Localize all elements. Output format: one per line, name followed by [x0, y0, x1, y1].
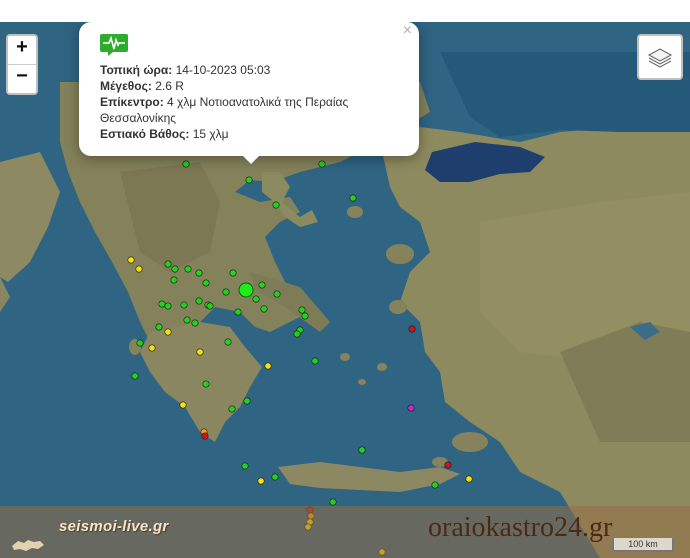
earthquake-marker-green[interactable]: [228, 405, 236, 413]
popup-details: Τοπική ώρα: 14-10-2023 05:03 Μέγεθος: 2.…: [100, 62, 400, 142]
zoom-in-button[interactable]: +: [8, 36, 36, 65]
layers-button[interactable]: [637, 34, 683, 80]
earthquake-marker-green[interactable]: [293, 330, 301, 338]
earthquake-marker-green[interactable]: [182, 160, 190, 168]
scale-bar: 100 km: [612, 538, 674, 552]
earthquake-marker-green[interactable]: [202, 279, 210, 287]
earthquake-marker-green[interactable]: [258, 281, 266, 289]
earthquake-marker-green[interactable]: [184, 265, 192, 273]
time-label: Τοπική ώρα:: [100, 63, 173, 77]
earthquake-marker-green[interactable]: [131, 372, 139, 380]
earthquake-marker-green[interactable]: [206, 302, 214, 310]
earthquake-marker-green[interactable]: [318, 160, 326, 168]
earthquake-marker-green[interactable]: [164, 302, 172, 310]
earthquake-marker-green[interactable]: [229, 269, 237, 277]
earthquake-marker-green[interactable]: [183, 316, 191, 324]
popup-tip: [239, 152, 263, 164]
earthquake-marker-green[interactable]: [222, 288, 230, 296]
earthquake-marker-green[interactable]: [180, 301, 188, 309]
earthquake-marker-green[interactable]: [234, 308, 242, 316]
earthquake-marker-green[interactable]: [298, 306, 306, 314]
earthquake-marker-green[interactable]: [301, 312, 309, 320]
earthquake-marker-yellow[interactable]: [465, 475, 473, 483]
earthquake-marker-red[interactable]: [201, 432, 209, 440]
earthquake-marker-green[interactable]: [260, 305, 268, 313]
earthquake-marker-green[interactable]: [349, 194, 357, 202]
earthquake-marker-green[interactable]: [245, 176, 253, 184]
zoom-control: + −: [6, 34, 38, 95]
earthquake-marker-yellow[interactable]: [164, 328, 172, 336]
earthquake-marker-yellow[interactable]: [196, 348, 204, 356]
magnitude-label: Μέγεθος:: [100, 79, 152, 93]
seismograph-icon: [100, 34, 128, 56]
earthquake-marker-yellow[interactable]: [127, 256, 135, 264]
earthquake-marker-green[interactable]: [272, 201, 280, 209]
popup-epicenter-row: Επίκεντρο: 4 χλμ Νοτιοανατολικά της Περα…: [100, 94, 400, 126]
earthquake-marker-green[interactable]: [158, 300, 166, 308]
earthquake-marker-green[interactable]: [252, 295, 260, 303]
selected-earthquake-marker[interactable]: [238, 282, 254, 298]
earthquake-marker-yellow[interactable]: [257, 477, 265, 485]
earthquake-marker-green[interactable]: [136, 339, 144, 347]
earthquake-marker-green[interactable]: [191, 319, 199, 327]
earthquake-marker-yellow[interactable]: [179, 401, 187, 409]
magnitude-value: 2.6 R: [155, 79, 184, 93]
earthquake-marker-red[interactable]: [408, 325, 416, 333]
earthquake-marker-green[interactable]: [243, 397, 251, 405]
watermark-band: seismoi-live.gr oraiokastro24.gr: [0, 506, 690, 558]
layers-icon: [647, 48, 673, 68]
earthquake-marker-red[interactable]: [444, 461, 452, 469]
earthquake-marker-green[interactable]: [329, 498, 337, 506]
earthquake-marker-green[interactable]: [195, 297, 203, 305]
popup-close-button[interactable]: ×: [403, 22, 412, 40]
earthquake-marker-green[interactable]: [170, 276, 178, 284]
earthquake-marker-green[interactable]: [271, 473, 279, 481]
earthquake-popup: × Τοπική ώρα: 14-10-2023 05:03 Μέγεθος: …: [79, 22, 419, 156]
earthquake-marker-green[interactable]: [224, 338, 232, 346]
popup-time-row: Τοπική ώρα: 14-10-2023 05:03: [100, 62, 400, 78]
zoom-out-button[interactable]: −: [8, 65, 36, 93]
earthquake-marker-green[interactable]: [202, 380, 210, 388]
depth-label: Εστιακό Βάθος:: [100, 127, 190, 141]
earthquake-marker-green[interactable]: [311, 357, 319, 365]
popup-magnitude-row: Μέγεθος: 2.6 R: [100, 78, 400, 94]
earthquake-marker-green[interactable]: [273, 290, 281, 298]
seismoi-live-logo: seismoi-live.gr: [59, 518, 169, 535]
world-map-icon: [12, 540, 44, 551]
earthquake-marker-green[interactable]: [358, 446, 366, 454]
time-value: 14-10-2023 05:03: [175, 63, 271, 77]
map-canvas[interactable]: + − × Τοπική ώρα: 14-10-2023 05:03 Μέγεθ…: [0, 22, 690, 558]
epicenter-label: Επίκεντρο:: [100, 95, 164, 109]
earthquake-marker-yellow[interactable]: [148, 344, 156, 352]
earthquake-marker-green[interactable]: [164, 260, 172, 268]
depth-value: 15 χλμ: [192, 127, 229, 141]
earthquake-marker-magenta[interactable]: [407, 404, 415, 412]
oraiokastro24-watermark: oraiokastro24.gr: [428, 512, 613, 543]
earthquake-marker-green[interactable]: [171, 265, 179, 273]
popup-depth-row: Εστιακό Βάθος: 15 χλμ: [100, 126, 400, 142]
earthquake-marker-green[interactable]: [431, 481, 439, 489]
earthquake-marker-green[interactable]: [241, 462, 249, 470]
earthquake-marker-yellow[interactable]: [264, 362, 272, 370]
earthquake-marker-green[interactable]: [155, 323, 163, 331]
earthquake-marker-green[interactable]: [195, 269, 203, 277]
earthquake-marker-yellow[interactable]: [135, 265, 143, 273]
